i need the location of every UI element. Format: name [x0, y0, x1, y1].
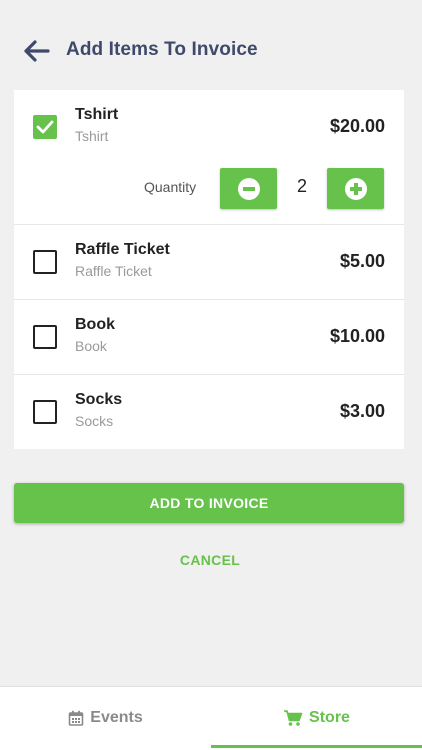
- item-price: $10.00: [329, 326, 385, 346]
- shopping-cart-icon: [283, 709, 303, 727]
- list-item-socks[interactable]: Socks Socks $3.00: [14, 375, 404, 449]
- item-name: Raffle Ticket: [75, 241, 170, 258]
- item-price: $3.00: [339, 401, 385, 421]
- item-name: Book: [75, 316, 115, 333]
- item-checkbox[interactable]: [33, 250, 57, 274]
- active-tab-indicator: [211, 745, 422, 748]
- item-subtitle: Socks: [75, 413, 114, 429]
- increment-button[interactable]: [327, 168, 384, 209]
- add-to-invoice-button[interactable]: ADD TO INVOICE: [14, 483, 404, 523]
- items-list: Tshirt Tshirt $20.00 Quantity 2 Raffle T…: [14, 90, 404, 449]
- quantity-value: 2: [296, 176, 307, 196]
- list-item-book[interactable]: Book Book $10.00: [14, 300, 404, 375]
- app-screen: Add Items To Invoice Tshirt Tshirt $20.0…: [0, 0, 422, 750]
- nav-tab-events[interactable]: Events: [0, 687, 211, 748]
- item-name: Socks: [75, 391, 123, 408]
- arrow-left-icon: [24, 40, 50, 62]
- header: Add Items To Invoice: [0, 20, 422, 82]
- cancel-button[interactable]: CANCEL: [160, 548, 260, 572]
- item-checkbox[interactable]: [33, 325, 57, 349]
- quantity-stepper: Quantity 2: [14, 168, 404, 210]
- back-button[interactable]: [22, 38, 52, 64]
- decrement-button[interactable]: [220, 168, 277, 209]
- nav-tab-store-label: Store: [309, 708, 350, 726]
- item-subtitle: Raffle Ticket: [75, 263, 152, 279]
- minus-circle-icon: [237, 177, 260, 200]
- check-icon: [36, 120, 54, 134]
- item-subtitle: Tshirt: [75, 128, 109, 144]
- item-name: Tshirt: [75, 106, 119, 123]
- list-item-raffle-ticket[interactable]: Raffle Ticket Raffle Ticket $5.00: [14, 225, 404, 300]
- plus-circle-icon: [344, 177, 367, 200]
- page-title: Add Items To Invoice: [66, 39, 258, 60]
- quantity-label: Quantity: [144, 179, 197, 195]
- list-item-tshirt[interactable]: Tshirt Tshirt $20.00 Quantity 2: [14, 90, 404, 225]
- bottom-nav: Events Store: [0, 686, 422, 750]
- calendar-icon: [68, 710, 84, 726]
- item-checkbox[interactable]: [33, 115, 57, 139]
- item-subtitle: Book: [75, 338, 107, 354]
- nav-tab-events-label: Events: [90, 708, 143, 726]
- item-checkbox[interactable]: [33, 400, 57, 424]
- nav-tab-store[interactable]: Store: [211, 687, 422, 748]
- item-price: $20.00: [329, 116, 385, 136]
- item-price: $5.00: [339, 251, 385, 271]
